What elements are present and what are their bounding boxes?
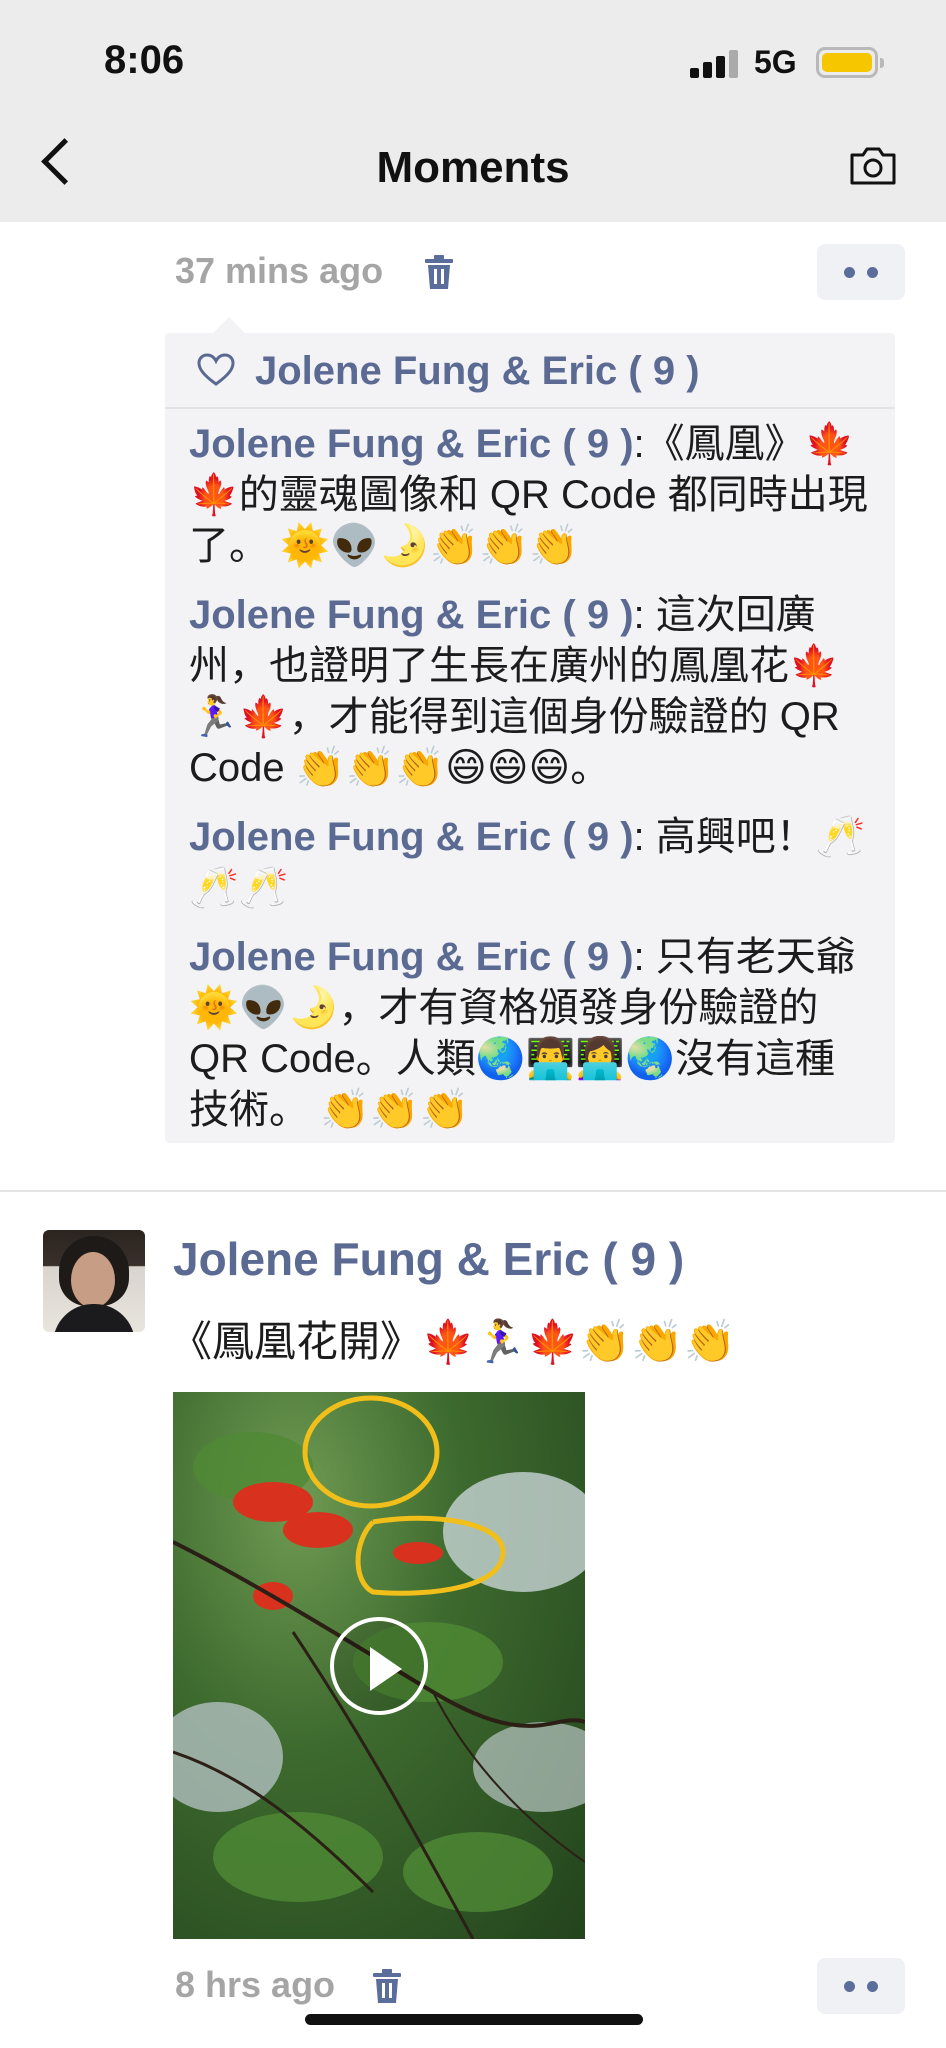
comment-item[interactable]: Jolene Fung & Eric ( 9 ): 高興吧！🥂🥂🥂 <box>189 812 874 914</box>
battery-icon <box>816 47 884 78</box>
avatar[interactable] <box>43 1230 145 1332</box>
comment-item[interactable]: Jolene Fung & Eric ( 9 ):《鳳凰》🍁🍁的靈魂圖像和 QR… <box>189 419 874 572</box>
comment-author[interactable]: Jolene Fung & Eric ( 9 ) <box>189 593 634 637</box>
comment-item[interactable]: Jolene Fung & Eric ( 9 ): 只有老天爺🌞👽🌛，才有資格頒… <box>189 932 874 1136</box>
post-meta: 8 hrs ago <box>175 1958 905 2018</box>
home-indicator[interactable] <box>305 2014 643 2025</box>
post-divider <box>0 1190 946 1192</box>
post-author[interactable]: Jolene Fung & Eric ( 9 ) <box>173 1232 684 1286</box>
cellular-signal-icon <box>690 48 740 78</box>
interactions-panel: Jolene Fung & Eric ( 9 ) Jolene Fung & E… <box>165 317 895 1143</box>
post-text: 《鳳凰花開》🍁🏃‍♀️🍁👏👏👏 <box>170 1318 736 1365</box>
likes-row: Jolene Fung & Eric ( 9 ) <box>165 333 895 409</box>
page-title: Moments <box>376 143 570 192</box>
delete-button[interactable] <box>424 254 454 290</box>
comment-author[interactable]: Jolene Fung & Eric ( 9 ) <box>189 422 634 466</box>
heart-outline-icon <box>197 353 235 386</box>
play-button[interactable] <box>330 1617 428 1715</box>
more-options-button[interactable] <box>817 244 905 300</box>
network-type: 5G <box>754 44 797 80</box>
post-meta: 37 mins ago <box>175 244 905 304</box>
status-time: 8:06 <box>104 38 185 82</box>
comment-author[interactable]: Jolene Fung & Eric ( 9 ) <box>189 815 634 859</box>
more-options-button[interactable] <box>817 1958 905 2014</box>
post-timestamp: 8 hrs ago <box>175 1964 336 2005</box>
comment-item[interactable]: Jolene Fung & Eric ( 9 ): 這次回廣州，也證明了生長在廣… <box>189 590 874 794</box>
camera-icon[interactable] <box>848 145 898 187</box>
top-bar: 8:06 5G Moments <box>0 0 946 222</box>
liker-names[interactable]: Jolene Fung & Eric ( 9 ) <box>255 349 700 394</box>
post-timestamp: 37 mins ago <box>175 250 384 291</box>
comment-author[interactable]: Jolene Fung & Eric ( 9 ) <box>189 935 634 979</box>
delete-button[interactable] <box>372 1968 402 2004</box>
